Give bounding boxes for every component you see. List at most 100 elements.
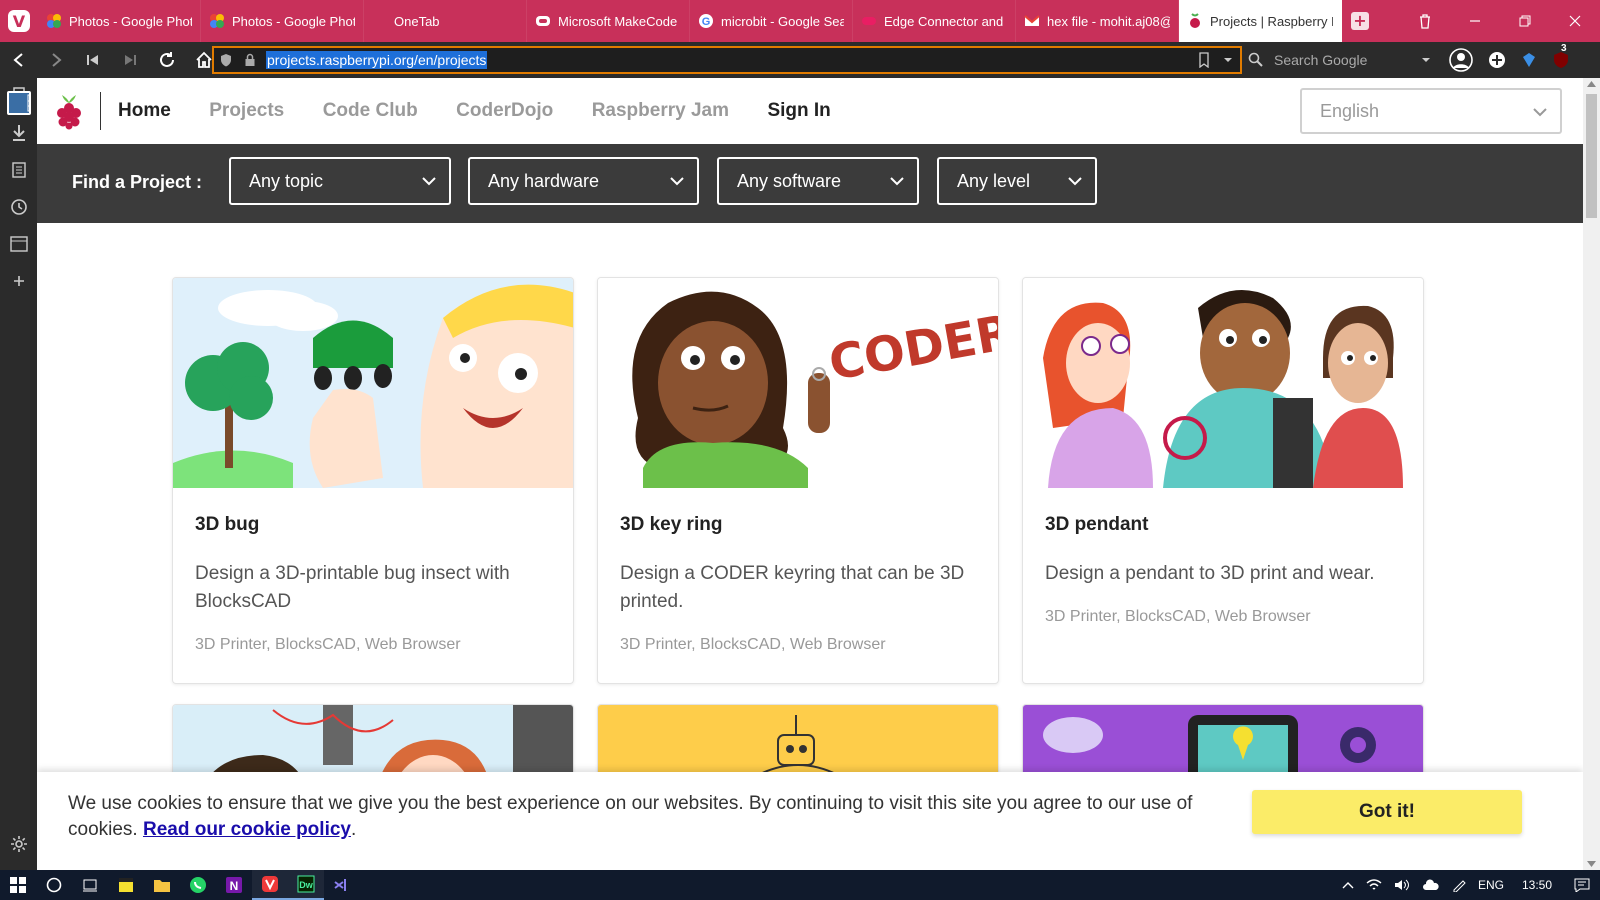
close-window-button[interactable] [1550, 0, 1600, 42]
nav-projects[interactable]: Projects [209, 100, 284, 122]
whatsapp-icon [190, 877, 206, 893]
onenote-app[interactable]: N [216, 870, 252, 900]
tab-title: OneTab [394, 13, 440, 29]
browser-tab-1[interactable]: Photos - Google Photos [38, 0, 201, 42]
browser-tab-4[interactable]: Microsoft MakeCode [527, 0, 690, 42]
downloads-panel-button[interactable] [7, 121, 31, 145]
tab-title: Photos - Google Photos [69, 13, 192, 29]
vivaldi-menu-button[interactable]: V [0, 0, 38, 42]
vivaldi-app[interactable] [252, 870, 288, 900]
window-panel-button[interactable] [7, 232, 31, 256]
notes-panel-button[interactable] [7, 158, 31, 182]
project-title: 3D pendant [1045, 514, 1149, 535]
back-button[interactable] [0, 42, 37, 78]
browser-tab-6[interactable]: Edge Connector and [853, 0, 1016, 42]
nav-coderdojo[interactable]: CoderDojo [456, 100, 553, 122]
input-language[interactable]: ENG [1478, 878, 1504, 892]
wifi-icon[interactable] [1366, 878, 1382, 892]
visual-studio-app[interactable] [324, 870, 360, 900]
add-web-panel-button[interactable] [7, 269, 31, 293]
topic-select[interactable]: Any topic [229, 157, 451, 205]
chevron-down-icon[interactable] [1222, 52, 1234, 68]
tab-title: Photos - Google Photos [232, 13, 355, 29]
notification-center-icon[interactable] [1574, 878, 1590, 892]
sticky-notes-app[interactable] [108, 870, 144, 900]
svg-text:N: N [230, 879, 239, 893]
start-button[interactable] [0, 870, 36, 900]
search-box[interactable]: Search Google [1248, 46, 1438, 74]
cookie-banner: We use cookies to ensure that we give yo… [37, 772, 1583, 870]
search-taskbar-button[interactable] [36, 870, 72, 900]
tab-title: Projects | Raspberry Pi [1210, 13, 1333, 29]
tab-title: microbit - Google Search [721, 13, 844, 29]
clock-time[interactable]: 13:50 [1522, 878, 1552, 892]
gmail-icon [1024, 13, 1040, 29]
dreamweaver-app[interactable]: Dw [288, 870, 324, 900]
web-panel-button[interactable] [6, 91, 31, 115]
scroll-down-icon[interactable] [1587, 861, 1596, 867]
project-card-3d-pendant[interactable]: 3D pendant Design a pendant to 3D print … [1022, 277, 1424, 684]
browser-toolbar: projects.raspberrypi.org/en/projects Sea… [0, 42, 1600, 78]
download-icon [12, 125, 25, 141]
close-icon [1569, 15, 1581, 27]
tab-title: Edge Connector and [884, 13, 1004, 29]
history-panel-button[interactable] [7, 195, 31, 219]
browser-tab-8[interactable]: Projects | Raspberry Pi [1179, 0, 1342, 42]
cookie-policy-link[interactable]: Read our cookie policy [143, 819, 351, 840]
cortana-circle-icon [46, 877, 62, 893]
nav-sign-in[interactable]: Sign In [767, 100, 830, 122]
project-card-3d-bug[interactable]: 3D bug Design a 3D-printable bug insect … [172, 277, 574, 684]
browser-tab-7[interactable]: hex file - mohit.aj08@ [1016, 0, 1179, 42]
onenote-icon: N [226, 877, 242, 893]
level-select[interactable]: Any level [937, 157, 1097, 205]
google-icon: G [698, 13, 714, 29]
nav-raspberry-jam[interactable]: Raspberry Jam [592, 100, 729, 122]
ublock-icon[interactable]: 3 [1552, 43, 1570, 69]
profile-avatar-icon[interactable] [1448, 47, 1474, 73]
chevron-down-icon [1067, 173, 1083, 189]
browser-tab-2[interactable]: Photos - Google Photos [201, 0, 364, 42]
cookie-message: We use cookies to ensure that we give yo… [68, 793, 1193, 840]
fast-forward-button[interactable] [111, 42, 148, 78]
extension-plus-icon[interactable] [1488, 51, 1506, 69]
diamond-extension-icon[interactable] [1520, 51, 1538, 69]
new-tab-button[interactable]: + [1342, 0, 1378, 42]
nav-code-club[interactable]: Code Club [323, 100, 418, 122]
scroll-up-icon[interactable] [1587, 81, 1596, 87]
address-bar[interactable]: projects.raspberrypi.org/en/projects [212, 46, 1242, 74]
software-select[interactable]: Any software [717, 157, 919, 205]
restore-button[interactable] [1500, 0, 1550, 42]
file-explorer-app[interactable] [144, 870, 180, 900]
nav-home[interactable]: Home [118, 100, 171, 122]
clock-icon [10, 199, 27, 215]
lock-icon[interactable] [238, 53, 262, 67]
scrollbar-thumb[interactable] [1586, 94, 1597, 218]
minimize-button[interactable] [1450, 0, 1500, 42]
hardware-select[interactable]: Any hardware [468, 157, 699, 205]
back-arrow-icon [12, 53, 23, 67]
trash-button[interactable] [1400, 0, 1450, 42]
forward-button[interactable] [37, 42, 74, 78]
raspberry-pi-logo-icon[interactable] [54, 92, 84, 130]
onedrive-cloud-icon[interactable] [1422, 879, 1440, 891]
browser-tab-3[interactable]: OneTab [364, 0, 527, 42]
whatsapp-app[interactable] [180, 870, 216, 900]
project-card-3d-key-ring[interactable]: CODER 3D key ring Design a CODER keyring… [597, 277, 999, 684]
pen-icon[interactable] [1452, 878, 1466, 892]
chevron-up-icon[interactable] [1342, 880, 1354, 890]
search-engine-dropdown-icon[interactable] [1420, 52, 1432, 68]
cookie-accept-button[interactable]: Got it! [1252, 790, 1522, 834]
shield-icon[interactable] [214, 53, 238, 67]
browser-tab-5[interactable]: G microbit - Google Search [690, 0, 853, 42]
task-view-button[interactable] [72, 870, 108, 900]
url-text[interactable]: projects.raspberrypi.org/en/projects [266, 51, 488, 69]
settings-button[interactable] [7, 832, 31, 856]
reload-button[interactable] [148, 42, 185, 78]
project-description: Design a 3D-printable bug insect with Bl… [195, 563, 510, 612]
tab-title: Microsoft MakeCode [558, 13, 678, 29]
volume-icon[interactable] [1394, 878, 1410, 892]
rewind-button[interactable] [74, 42, 111, 78]
bookmark-icon[interactable] [1198, 52, 1210, 68]
language-select[interactable]: English [1300, 88, 1562, 134]
page-scrollbar[interactable] [1583, 78, 1600, 870]
